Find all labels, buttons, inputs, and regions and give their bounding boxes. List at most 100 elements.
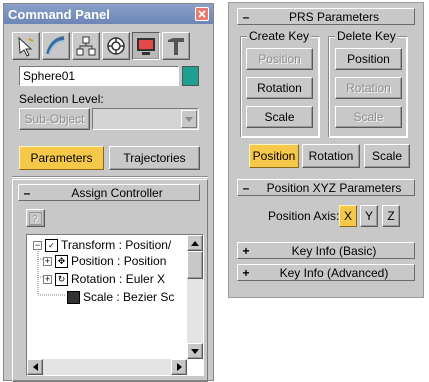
arrow-right-icon — [176, 363, 182, 371]
horizontal-scrollbar[interactable] — [27, 359, 187, 375]
delete-key-label: Delete Key — [335, 29, 398, 43]
scale-mode-button[interactable]: Scale — [364, 144, 410, 168]
vertical-scrollbar[interactable] — [187, 235, 203, 359]
object-name-field[interactable]: Sphere01 — [19, 66, 179, 86]
scroll-thumb[interactable] — [187, 251, 203, 279]
command-panel: Command Panel Sphere01 Selection Level: … — [3, 3, 214, 382]
close-icon[interactable] — [195, 7, 209, 21]
scroll-right-button[interactable] — [171, 359, 187, 375]
delete-rotation-key-button[interactable]: Rotation — [335, 77, 402, 99]
motion-parameters-panel: – PRS Parameters Create Key Position Rot… — [228, 2, 424, 298]
collapse-icon: – — [23, 185, 31, 200]
assign-controller-button[interactable]: ? — [26, 209, 45, 227]
transform-icon: ✓ — [45, 238, 58, 252]
tree-item-position[interactable]: + ✥ Position : Position — [43, 254, 166, 268]
object-name-value: Sphere01 — [23, 69, 76, 83]
delete-scale-key-button[interactable]: Scale — [335, 106, 402, 128]
modify-icon — [46, 36, 65, 56]
position-xyz-header[interactable]: – Position XYZ Parameters — [237, 179, 415, 196]
object-color-swatch[interactable] — [182, 66, 199, 86]
motion-tab-button[interactable] — [102, 32, 130, 60]
selection-level-label: Selection Level: — [19, 92, 104, 106]
create-scale-key-button[interactable]: Scale — [246, 106, 313, 128]
command-panel-title: Command Panel — [8, 7, 110, 22]
display-icon — [137, 38, 155, 55]
button-label: Z — [387, 209, 395, 223]
controller-tree[interactable]: − ✓ Transform : Position/ + ✥ Position :… — [26, 234, 204, 376]
key-info-basic-title: Key Info (Basic) — [291, 243, 377, 258]
button-label: Rotation — [346, 81, 391, 95]
expand-icon: + — [242, 265, 250, 280]
button-label: Scale — [264, 110, 295, 124]
key-info-advanced-header[interactable]: + Key Info (Advanced) — [237, 264, 415, 281]
tree-item-transform[interactable]: − ✓ Transform : Position/ — [33, 238, 171, 252]
create-icon — [18, 36, 34, 57]
tree-label: Rotation : Euler X — [71, 272, 166, 286]
tree-label: Scale : Bezier Sc — [83, 290, 175, 304]
position-mode-button[interactable]: Position — [249, 144, 299, 168]
utilities-tab-button[interactable] — [162, 32, 190, 60]
motion-icon — [107, 37, 125, 55]
button-label: Position — [347, 52, 390, 66]
prs-parameters-header[interactable]: – PRS Parameters — [237, 8, 415, 25]
assign-controller-title: Assign Controller — [71, 185, 163, 200]
create-position-key-button[interactable]: Position — [246, 48, 313, 70]
button-label: Rotation — [257, 81, 302, 95]
hierarchy-icon — [76, 36, 96, 56]
scale-icon — [67, 290, 80, 304]
svg-text:?: ? — [32, 214, 38, 225]
key-info-advanced-title: Key Info (Advanced) — [279, 265, 389, 280]
hierarchy-tab-button[interactable] — [72, 32, 100, 60]
scroll-up-button[interactable] — [187, 235, 203, 251]
prs-parameters-title: PRS Parameters — [288, 9, 380, 24]
create-key-label: Create Key — [247, 29, 312, 43]
trajectories-button[interactable]: Trajectories — [109, 146, 200, 170]
rotation-icon: ↻ — [55, 272, 68, 286]
axis-x-button[interactable]: X — [339, 205, 357, 227]
button-label: Position — [258, 52, 301, 66]
chevron-down-icon[interactable] — [181, 110, 197, 128]
tree-item-rotation[interactable]: + ↻ Rotation : Euler X — [43, 272, 165, 286]
tree-label: Transform : Position/ — [61, 238, 172, 252]
position-xyz-title: Position XYZ Parameters — [266, 180, 402, 195]
utilities-icon — [168, 38, 184, 55]
delete-position-key-button[interactable]: Position — [335, 48, 402, 70]
button-label: Y — [364, 209, 373, 223]
sub-object-dropdown[interactable] — [92, 108, 199, 130]
create-rotation-key-button[interactable]: Rotation — [246, 77, 313, 99]
trajectories-label: Trajectories — [123, 151, 186, 165]
button-label: Scale — [371, 149, 403, 163]
position-icon: ✥ — [55, 254, 68, 268]
sub-object-button[interactable]: Sub-Object — [19, 108, 90, 130]
axis-y-button[interactable]: Y — [360, 205, 378, 227]
modify-tab-button[interactable] — [42, 32, 70, 60]
axis-z-button[interactable]: Z — [382, 205, 400, 227]
expand-icon: + — [242, 243, 250, 258]
separator — [12, 176, 208, 178]
display-tab-button[interactable] — [132, 32, 160, 60]
scroll-left-button[interactable] — [27, 359, 43, 375]
collapse-toggle-icon[interactable]: − — [33, 240, 42, 250]
tree-label: Position : Position — [71, 254, 167, 268]
create-tab-button[interactable] — [12, 32, 40, 60]
arrow-down-icon — [191, 348, 199, 354]
key-info-basic-header[interactable]: + Key Info (Basic) — [237, 242, 415, 259]
button-label: Position — [252, 149, 296, 163]
assign-controller-header[interactable]: – Assign Controller — [18, 184, 200, 201]
parameters-label: Parameters — [30, 151, 93, 165]
button-label: Rotation — [308, 149, 354, 163]
rotation-mode-button[interactable]: Rotation — [302, 144, 360, 168]
position-axis-label: Position Axis: — [268, 209, 340, 223]
expand-toggle-icon[interactable]: + — [43, 256, 52, 266]
expand-toggle-icon[interactable]: + — [43, 274, 52, 284]
collapse-icon: – — [242, 9, 250, 24]
collapse-icon: – — [242, 180, 250, 195]
parameters-button[interactable]: Parameters — [19, 146, 104, 170]
arrow-up-icon — [191, 240, 199, 246]
button-label: X — [343, 209, 352, 223]
question-icon: ? — [29, 211, 42, 225]
button-label: Scale — [353, 110, 384, 124]
tree-item-scale[interactable]: Scale : Bezier Sc — [67, 290, 174, 304]
arrow-left-icon — [32, 363, 38, 371]
scroll-down-button[interactable] — [187, 343, 203, 359]
